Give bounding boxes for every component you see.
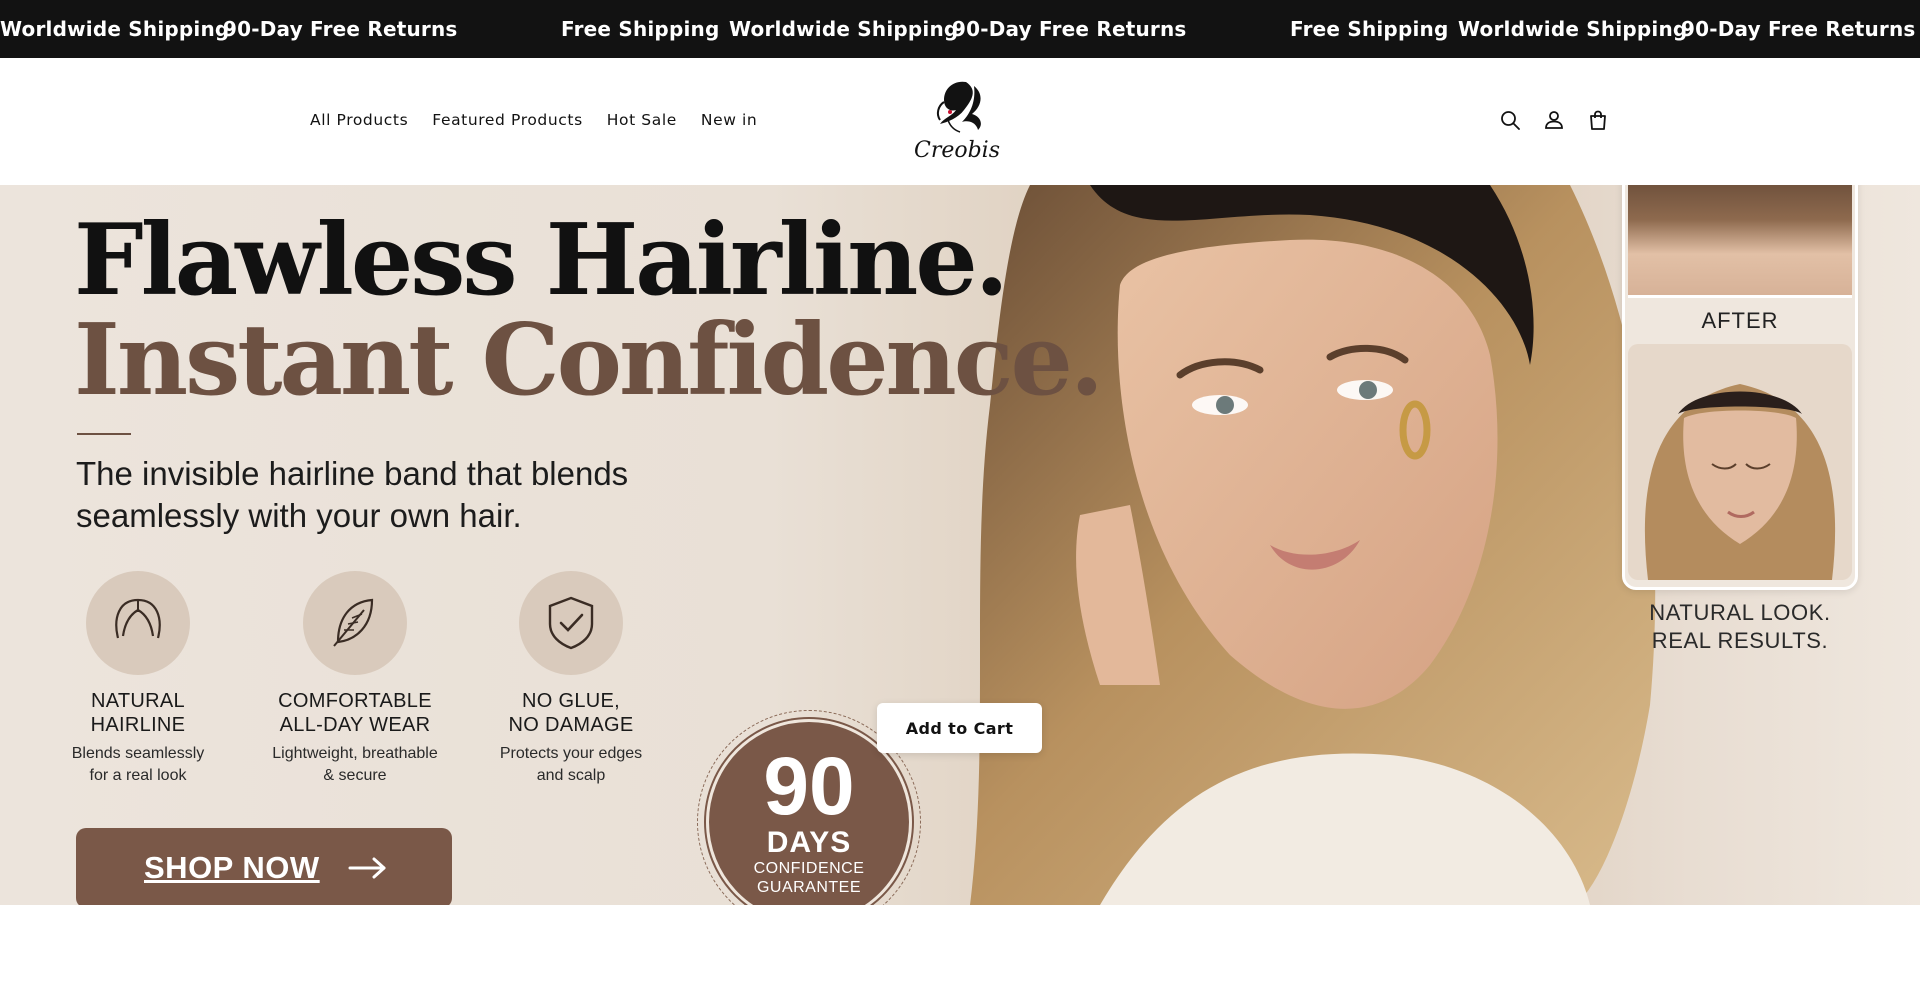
feature-desc-line: Blends seamlessly [71,745,205,762]
feature-title-line: ALL-DAY WEAR [279,714,431,736]
model-photo [970,185,1656,905]
caption-line: NATURAL LOOK. [1649,600,1831,625]
feather-icon [303,571,407,675]
hero-banner: Flawless Hairline. Instant Confidence. T… [0,185,1920,905]
announcement-item: 90-Day Free Returns [1681,17,1916,41]
feature-desc-line: for a real look [89,767,187,784]
after-photo [1628,344,1852,580]
hairline-icon [86,571,190,675]
feature-title-line: NATURAL [91,690,185,712]
announcement-item: Worldwide Shipping [729,17,959,41]
feature-title-line: NO GLUE, [522,690,620,712]
feature-desc-line: & secure [323,767,387,784]
feature-title-line: COMFORTABLE [278,690,432,712]
feature-desc-line: and scalp [536,767,606,784]
logo-text: Creobis [913,138,1001,163]
badge-line: GUARANTEE [756,879,862,896]
feature-comfortable-wear: COMFORTABLE ALL-DAY WEAR Lightweight, br… [255,571,455,787]
hero-subtitle: The invisible hairline band that blends … [76,455,629,534]
badge-number: 90 [763,741,855,832]
shop-now-button[interactable]: SHOP NOW [76,828,452,905]
feature-no-glue: NO GLUE, NO DAMAGE Protects your edges a… [471,571,671,787]
nav-link-new-in[interactable]: New in [701,111,757,129]
announcement-bar: Worldwide Shipping 90-Day Free Returns F… [0,0,1920,58]
caption-line: REAL RESULTS. [1651,628,1829,653]
feature-natural-hairline: NATURAL HAIRLINE Blends seamlessly for a… [38,571,238,787]
badge-days: DAYS [766,826,852,859]
shield-check-icon [519,571,623,675]
feature-desc-line: Lightweight, breathable [272,745,438,762]
main-nav: All Products Featured Products Hot Sale … [310,111,781,129]
feature-desc-line: Protects your edges [499,745,643,762]
add-to-cart-button[interactable]: Add to Cart [877,703,1042,753]
after-label: AFTER [1701,308,1779,333]
feature-title-line: NO DAMAGE [508,714,634,736]
before-photo [1628,185,1852,298]
results-caption: NATURAL LOOK. REAL RESULTS. [1622,599,1858,655]
header-actions [1498,108,1610,132]
before-after-panel: AFTER [1622,185,1858,590]
announcement-item: 90-Day Free Returns [952,17,1187,41]
announcement-item: Free Shipping [561,17,720,41]
nav-link-featured-products[interactable]: Featured Products [432,111,582,129]
announcement-item: Free Shipping [1290,17,1449,41]
nav-link-hot-sale[interactable]: Hot Sale [607,111,677,129]
hero-title-line-1: Flawless Hairline. [74,203,1009,318]
shop-now-label: SHOP NOW [144,850,320,885]
announcement-item: Worldwide Shipping [1458,17,1688,41]
badge-line: CONFIDENCE [753,860,865,877]
site-header: All Products Featured Products Hot Sale … [0,58,1920,185]
title-divider [77,433,131,435]
announcement-item: 90-Day Free Returns [223,17,458,41]
hero-title-line-2: Instant Confidence. [74,303,1104,418]
search-icon[interactable] [1498,108,1522,132]
arrow-right-icon [348,857,386,879]
cart-icon[interactable] [1586,108,1610,132]
nav-link-all-products[interactable]: All Products [310,111,408,129]
announcement-item: Worldwide Shipping [0,17,230,41]
account-icon[interactable] [1542,108,1566,132]
feature-title-line: HAIRLINE [90,714,186,736]
